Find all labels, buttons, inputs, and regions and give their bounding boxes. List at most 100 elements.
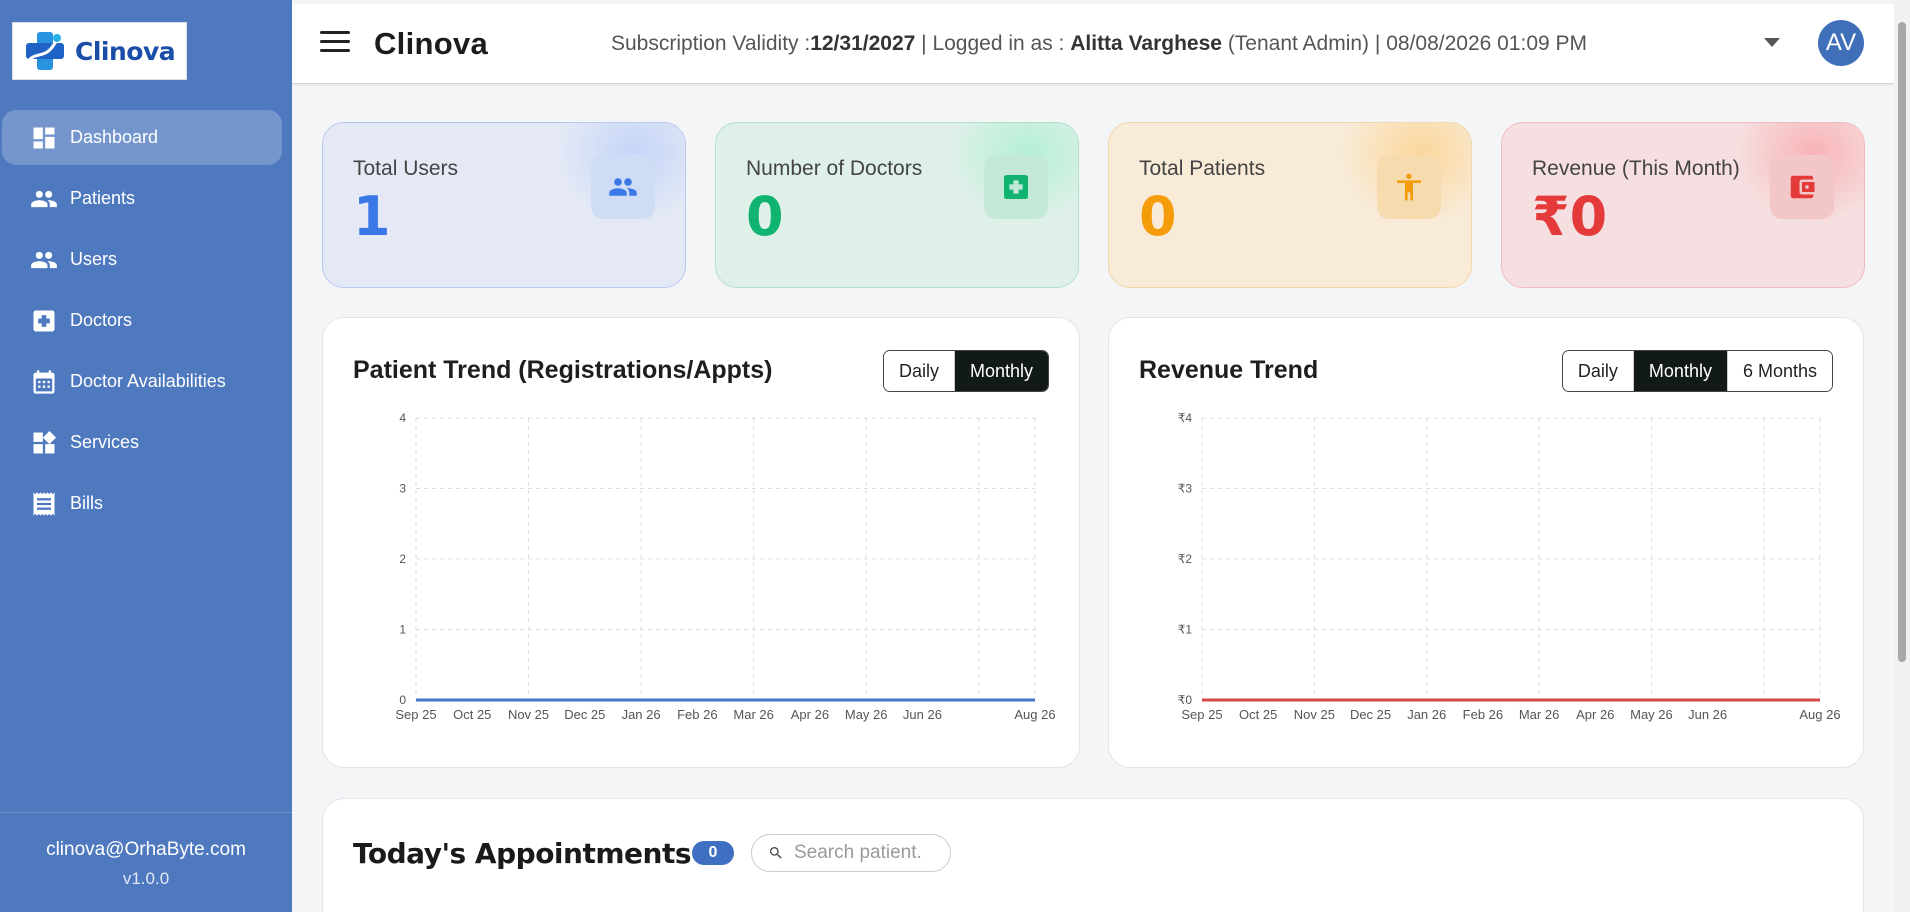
footer-email: clinova@OrhaByte.com [46, 839, 246, 860]
y-tick-label: 3 [399, 482, 406, 496]
patient-search-box[interactable] [751, 834, 951, 872]
sidebar-item-doctor-availabilities[interactable]: Doctor Availabilities [2, 354, 282, 409]
x-tick-label: Sep 25 [395, 707, 436, 722]
receipt-icon [33, 491, 55, 516]
user-name: Alitta Varghese [1070, 32, 1222, 55]
subscription-label: Subscription Validity : [611, 32, 811, 55]
stat-card-revenue: Revenue (This Month) ₹0 [1501, 122, 1865, 288]
sidebar-nav: Dashboard Patients Users Doctors Doctor … [2, 110, 282, 537]
avatar[interactable]: AV [1818, 20, 1864, 66]
page-scrollbar[interactable] [1894, 0, 1910, 912]
x-tick-label: Apr 26 [1576, 707, 1614, 722]
appointments-title: Today's Appointments [353, 837, 692, 870]
stat-icon-box [591, 155, 655, 219]
subscription-info: Subscription Validity :12/31/2027 | Logg… [611, 32, 1587, 56]
stat-icon-box [1377, 155, 1441, 219]
search-icon [770, 847, 782, 859]
y-tick-label: 4 [399, 411, 406, 425]
x-tick-label: Oct 25 [1239, 707, 1277, 722]
x-tick-label: May 26 [1630, 707, 1673, 722]
y-tick-label: 1 [399, 623, 406, 637]
stat-card-doctors: Number of Doctors 0 [715, 122, 1079, 288]
sidebar-item-label: Doctors [70, 310, 133, 330]
app-title: Clinova [374, 26, 489, 61]
sidebar-item-patients[interactable]: Patients [2, 171, 282, 226]
medical-cross-icon [33, 310, 55, 331]
sidebar-item-label: Users [70, 249, 118, 269]
revenue-trend-card: Revenue Trend Daily Monthly 6 Months ₹0 ₹… [1108, 317, 1864, 768]
subscription-date: 12/31/2027 [810, 32, 916, 55]
stat-card-total-patients: Total Patients 0 [1108, 122, 1472, 288]
people-icon [31, 251, 57, 268]
x-tick-label: Feb 26 [1463, 707, 1503, 722]
clinova-logo-icon [26, 32, 68, 70]
sidebar-item-dashboard[interactable]: Dashboard [2, 110, 282, 165]
stat-card-total-users: Total Users 1 [322, 122, 686, 288]
x-tick-label: Apr 26 [791, 707, 829, 722]
current-datetime: | 08/08/2026 01:09 PM [1374, 32, 1588, 55]
app-version: v1.0.0 [122, 869, 170, 888]
sidebar-item-label: Doctor Availabilities [70, 371, 226, 391]
x-tick-label: Dec 25 [1350, 707, 1391, 722]
hamburger-icon-line [320, 49, 350, 52]
sidebar-item-label: Bills [70, 493, 104, 513]
x-tick-label: Jan 26 [1407, 707, 1446, 722]
logged-in-label: | Logged in as : [921, 32, 1065, 55]
patient-trend-card: Patient Trend (Registrations/Appts) Dail… [322, 317, 1080, 768]
sidebar-footer: clinova@OrhaByte.com v1.0.0 [0, 812, 292, 912]
sidebar: Clinova Dashboard Patients Users Doctors… [0, 0, 292, 912]
y-tick-label: ₹2 [1178, 552, 1193, 566]
sidebar-item-label: Dashboard [70, 127, 159, 147]
top-header: Clinova Subscription Validity :12/31/202… [292, 4, 1894, 84]
y-tick-label: ₹1 [1178, 623, 1193, 637]
menu-toggle-button[interactable] [320, 31, 350, 55]
sidebar-item-services[interactable]: Services [2, 415, 282, 470]
sidebar-item-bills[interactable]: Bills [2, 476, 282, 531]
y-tick-label: 2 [399, 552, 406, 566]
todays-appointments-card: Today's Appointments 0 [322, 798, 1864, 912]
patient-search-input[interactable] [794, 842, 934, 864]
x-tick-label: Mar 26 [1519, 707, 1559, 722]
hamburger-icon [320, 31, 350, 34]
x-tick-label: May 26 [845, 707, 888, 722]
widgets-icon [33, 430, 57, 453]
x-tick-label: Jan 26 [622, 707, 661, 722]
x-tick-label: Feb 26 [677, 707, 717, 722]
x-tick-label: Jun 26 [903, 707, 942, 722]
people-icon [609, 178, 637, 196]
revenue-trend-chart: ₹0 ₹1 ₹2 ₹3 ₹4 Sep 25 Oct 25 Nov 25 Dec 25 Jan 26… [1178, 411, 1841, 722]
sidebar-item-doctors[interactable]: Doctors [2, 293, 282, 348]
sidebar-item-label: Services [70, 432, 140, 452]
y-tick-label: ₹3 [1178, 482, 1193, 496]
stat-icon-box [1770, 155, 1834, 219]
x-tick-label: Nov 25 [508, 707, 549, 722]
y-tick-label: ₹4 [1178, 411, 1193, 425]
calendar-icon [33, 369, 55, 394]
hamburger-icon-line [320, 40, 350, 43]
medical-cross-icon [1004, 175, 1028, 199]
sidebar-item-label: Patients [70, 188, 136, 208]
y-tick-label: 0 [399, 693, 406, 707]
y-tick-label: ₹0 [1178, 693, 1193, 707]
logo[interactable]: Clinova [12, 22, 187, 80]
appointments-count-badge: 0 [692, 841, 734, 865]
x-tick-label: Aug 26 [1799, 707, 1840, 722]
x-tick-label: Jun 26 [1688, 707, 1727, 722]
accessibility-icon [1397, 173, 1421, 201]
scrollbar-thumb[interactable] [1898, 22, 1906, 662]
x-tick-label: Dec 25 [564, 707, 605, 722]
wallet-icon [1790, 175, 1815, 199]
sidebar-item-users[interactable]: Users [2, 232, 282, 287]
x-tick-label: Nov 25 [1294, 707, 1335, 722]
chevron-down-icon[interactable] [1764, 38, 1780, 47]
stat-icon-box [984, 155, 1048, 219]
x-tick-label: Oct 25 [453, 707, 491, 722]
x-tick-label: Aug 26 [1014, 707, 1055, 722]
dashboard-icon [33, 127, 55, 148]
x-tick-label: Sep 25 [1181, 707, 1222, 722]
x-tick-label: Mar 26 [733, 707, 773, 722]
user-role: (Tenant Admin) [1227, 32, 1370, 55]
patient-trend-chart: 0 1 2 3 4 Sep 25 Oct 25 Nov 25 Dec 25 Jan 26 Feb 2… [395, 411, 1055, 722]
people-icon [31, 190, 57, 207]
logo-text: Clinova [75, 36, 176, 66]
